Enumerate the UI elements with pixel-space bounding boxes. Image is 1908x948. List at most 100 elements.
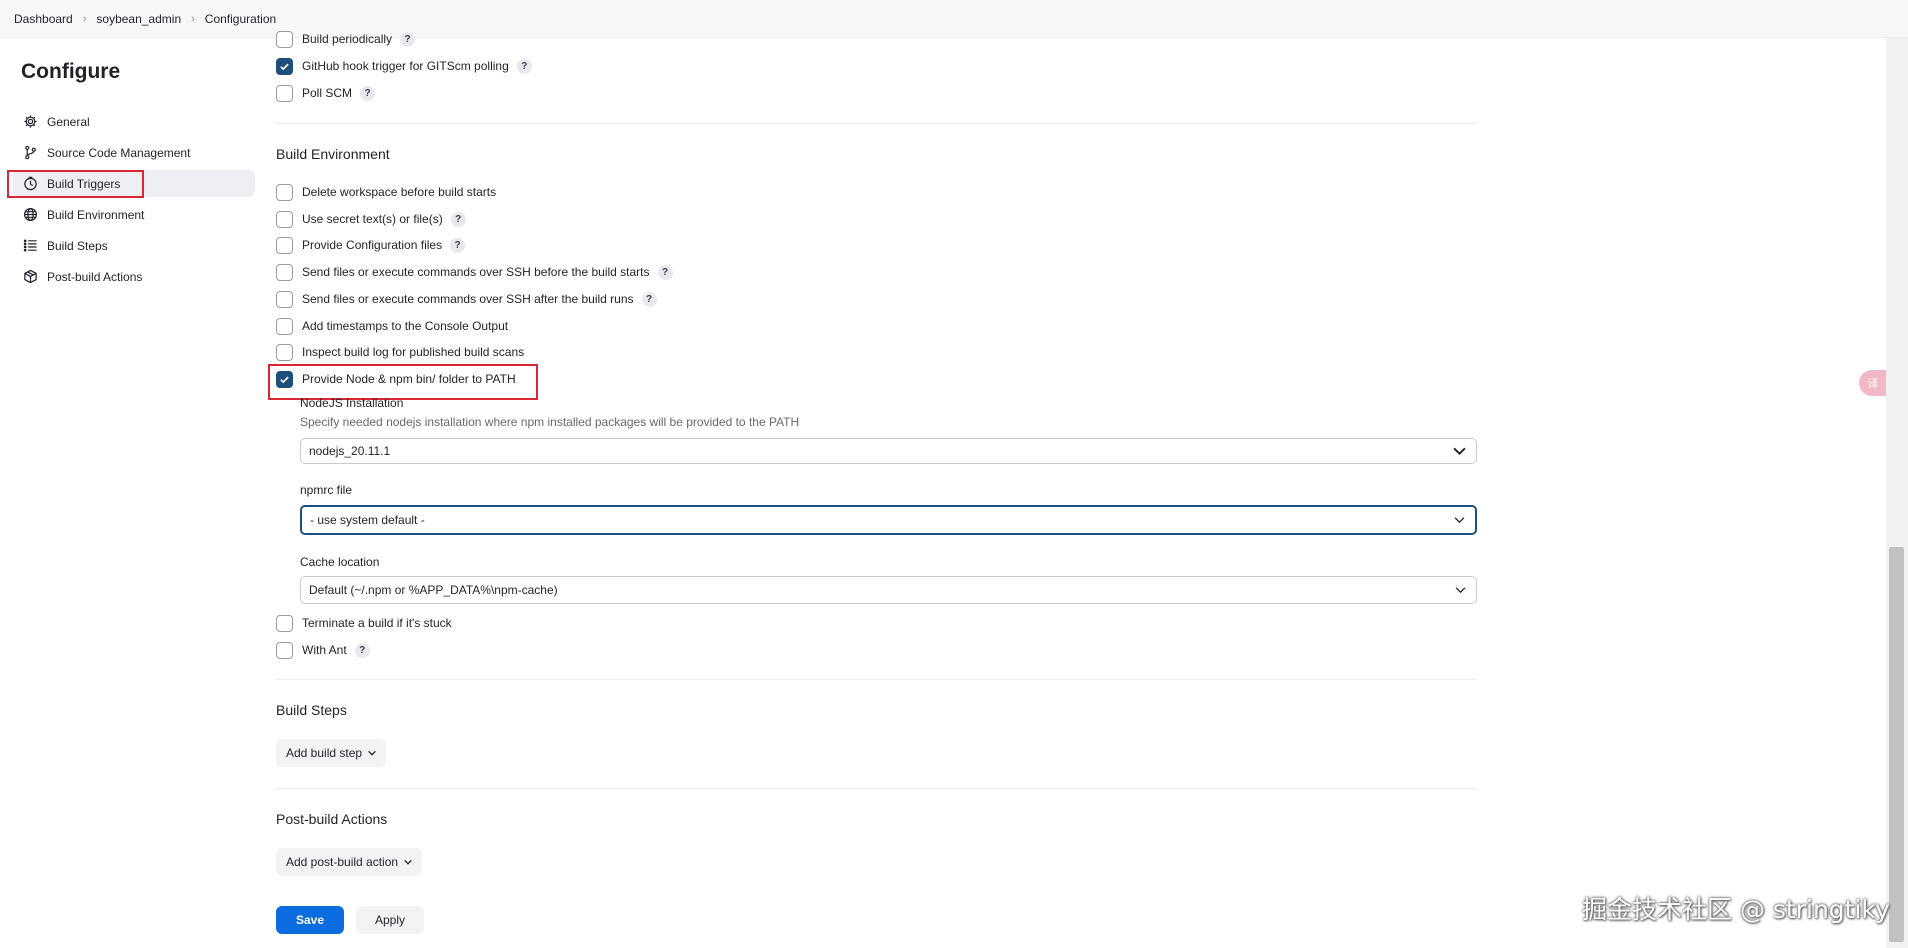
help-icon[interactable]: ? bbox=[641, 291, 657, 307]
checkbox-github-hook-trigger[interactable] bbox=[276, 57, 293, 75]
sidebar-item-label: Build Triggers bbox=[47, 176, 121, 191]
option-label: Provide Configuration files bbox=[302, 238, 443, 252]
option-inspect-build-log: Inspect build log for published build sc… bbox=[276, 342, 524, 362]
option-ssh-after-build: Send files or execute commands over SSH … bbox=[276, 289, 657, 309]
checkmark-icon bbox=[280, 376, 289, 383]
checkbox-inspect-build-log[interactable] bbox=[276, 343, 293, 361]
option-ssh-before-build: Send files or execute commands over SSH … bbox=[276, 262, 673, 282]
select-value: - use system default - bbox=[310, 513, 425, 527]
section-divider bbox=[276, 679, 1476, 680]
option-label: Inspect build log for published build sc… bbox=[302, 345, 525, 359]
checkbox-build-periodically[interactable] bbox=[276, 30, 293, 48]
sidebar-item-general[interactable]: General bbox=[12, 108, 255, 135]
option-with-ant: With Ant ? bbox=[276, 640, 370, 660]
chevron-down-icon bbox=[404, 859, 412, 865]
globe-icon bbox=[22, 207, 38, 223]
save-button[interactable]: Save bbox=[276, 906, 344, 934]
breadcrumb-project[interactable]: soybean_admin bbox=[96, 12, 181, 26]
checkbox-provide-node-npm[interactable] bbox=[276, 370, 293, 388]
sidebar-item-build-environment[interactable]: Build Environment bbox=[12, 201, 255, 228]
button-label: Add build step bbox=[286, 746, 363, 760]
sidebar-item-build-steps[interactable]: Build Steps bbox=[12, 232, 255, 259]
section-title-build-environment: Build Environment bbox=[276, 146, 390, 162]
option-label: With Ant bbox=[302, 643, 347, 657]
npmrc-file-label: npmrc file bbox=[300, 483, 353, 497]
option-configuration-files: Provide Configuration files ? bbox=[276, 235, 466, 255]
option-timestamps: Add timestamps to the Console Output bbox=[276, 316, 508, 336]
select-value: Default (~/.npm or %APP_DATA%\npm-cache) bbox=[309, 583, 558, 597]
add-build-step-button[interactable]: Add build step bbox=[276, 739, 387, 767]
option-label: Poll SCM bbox=[302, 86, 353, 100]
sidebar-item-source-code-management[interactable]: Source Code Management bbox=[12, 139, 255, 166]
option-label: Provide Node & npm bin/ folder to PATH bbox=[302, 372, 516, 386]
nodejs-installation-select[interactable]: nodejs_20.11.1 bbox=[300, 438, 1477, 464]
checkbox-with-ant[interactable] bbox=[276, 641, 293, 659]
sidebar-item-label: Source Code Management bbox=[47, 145, 191, 160]
sidebar-item-build-triggers[interactable]: Build Triggers bbox=[12, 170, 255, 197]
checkmark-icon bbox=[280, 63, 289, 70]
breadcrumb-dashboard[interactable]: Dashboard bbox=[14, 12, 73, 26]
help-icon[interactable]: ? bbox=[450, 237, 466, 253]
option-label: Add timestamps to the Console Output bbox=[302, 319, 509, 333]
section-divider bbox=[276, 788, 1476, 789]
checkbox-poll-scm[interactable] bbox=[276, 84, 293, 102]
option-label: Terminate a build if it's stuck bbox=[302, 616, 452, 630]
nodejs-installation-description: Specify needed nodejs installation where… bbox=[300, 415, 800, 429]
list-icon bbox=[22, 238, 38, 254]
sidebar-item-label: Build Steps bbox=[47, 238, 108, 253]
help-icon[interactable]: ? bbox=[450, 211, 466, 227]
option-label: Delete workspace before build starts bbox=[302, 185, 497, 199]
config-form: Build periodically ? GitHub hook trigger… bbox=[268, 30, 1477, 948]
section-title-build-steps: Build Steps bbox=[276, 702, 347, 718]
button-label: Add post-build action bbox=[286, 855, 399, 869]
section-divider bbox=[276, 123, 1476, 124]
option-label: Send files or execute commands over SSH … bbox=[302, 265, 650, 279]
checkbox-terminate-stuck[interactable] bbox=[276, 614, 293, 632]
cache-location-label: Cache location bbox=[300, 555, 380, 569]
cache-location-select[interactable]: Default (~/.npm or %APP_DATA%\npm-cache) bbox=[300, 576, 1477, 604]
scrollbar-thumb[interactable] bbox=[1889, 547, 1904, 942]
help-icon[interactable]: ? bbox=[360, 85, 376, 101]
chevron-down-icon bbox=[368, 750, 376, 756]
npmrc-file-select[interactable]: - use system default - bbox=[300, 505, 1477, 535]
add-post-build-action-button[interactable]: Add post-build action bbox=[276, 848, 423, 876]
section-title-post-build: Post-build Actions bbox=[276, 811, 388, 827]
select-value: nodejs_20.11.1 bbox=[309, 444, 391, 458]
checkbox-ssh-after-build[interactable] bbox=[276, 290, 293, 308]
sidebar-item-post-build-actions[interactable]: Post-build Actions bbox=[12, 263, 255, 290]
checkbox-ssh-before-build[interactable] bbox=[276, 263, 293, 281]
checkbox-timestamps[interactable] bbox=[276, 317, 293, 335]
apply-button[interactable]: Apply bbox=[356, 906, 424, 934]
option-github-hook-trigger: GitHub hook trigger for GITScm polling ? bbox=[276, 56, 532, 76]
help-icon[interactable]: ? bbox=[657, 264, 673, 280]
checkbox-configuration-files[interactable] bbox=[276, 236, 293, 254]
option-label: Use secret text(s) or file(s) bbox=[302, 212, 443, 226]
option-label: Send files or execute commands over SSH … bbox=[302, 292, 634, 306]
help-icon[interactable]: ? bbox=[516, 58, 532, 74]
gear-icon bbox=[22, 114, 38, 130]
sidebar: Configure General Source Code Management… bbox=[0, 38, 260, 948]
option-terminate-stuck: Terminate a build if it's stuck bbox=[276, 613, 452, 633]
chevron-down-icon bbox=[1454, 517, 1465, 524]
translate-tab[interactable]: 译 bbox=[1859, 370, 1887, 396]
clock-icon bbox=[22, 176, 38, 192]
option-secret-text: Use secret text(s) or file(s) ? bbox=[276, 209, 466, 229]
page-title: Configure bbox=[21, 60, 121, 83]
package-icon bbox=[22, 269, 38, 285]
checkbox-delete-workspace[interactable] bbox=[276, 183, 293, 201]
help-icon[interactable]: ? bbox=[354, 642, 370, 658]
watermark: 掘金技术社区 @ stringtiky bbox=[1582, 895, 1890, 924]
option-label: GitHub hook trigger for GITScm polling bbox=[302, 59, 509, 73]
branch-icon bbox=[22, 145, 38, 161]
nodejs-installation-label: NodeJS Installation bbox=[300, 396, 404, 410]
sidebar-item-label: Build Environment bbox=[47, 207, 145, 222]
breadcrumb-configuration[interactable]: Configuration bbox=[205, 12, 276, 26]
help-icon[interactable]: ? bbox=[400, 31, 416, 47]
chevron-down-icon bbox=[1453, 447, 1466, 456]
option-build-periodically: Build periodically ? bbox=[276, 29, 416, 49]
sidebar-item-label: Post-build Actions bbox=[47, 269, 143, 284]
checkbox-secret-text[interactable] bbox=[276, 210, 293, 228]
breadcrumb-separator: › bbox=[191, 12, 195, 25]
chevron-down-icon bbox=[1455, 587, 1466, 594]
sidebar-item-label: General bbox=[47, 114, 90, 129]
